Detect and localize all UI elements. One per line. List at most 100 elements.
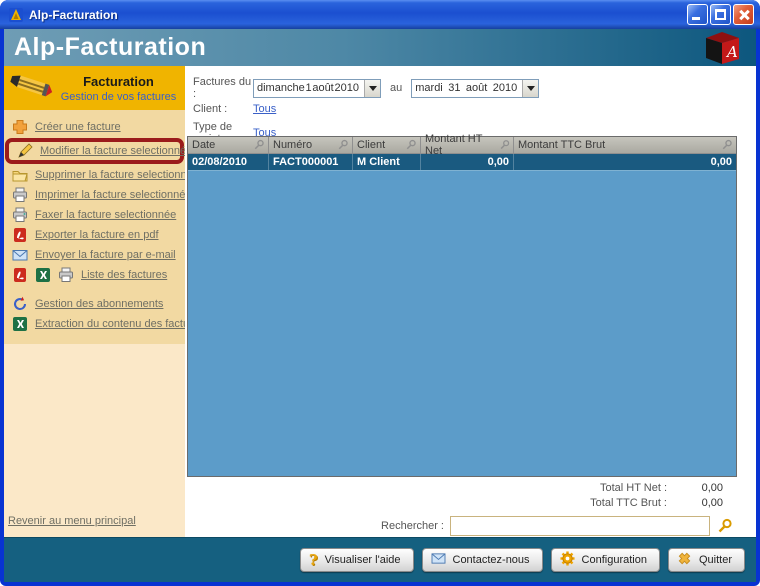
help-button[interactable]: ? Visualiser l'aide (300, 548, 414, 572)
table-empty-area[interactable] (188, 171, 736, 476)
help-button-label: Visualiser l'aide (325, 554, 401, 566)
main-panel: Factures du : dimanche 1 août 2010 au (185, 66, 756, 537)
search-column-icon[interactable] (405, 139, 417, 151)
cell-numero: FACT000001 (269, 154, 353, 170)
between-label: au (390, 82, 402, 94)
chevron-down-icon[interactable] (364, 80, 380, 97)
date-to-year: 2010 (493, 82, 517, 94)
sidebar-header: Facturation Gestion de vos factures (4, 66, 185, 110)
sidebar-item-modifier-facture[interactable]: Modifier la facture selectionnée (9, 142, 180, 160)
search-icon[interactable] (717, 518, 733, 534)
cell-date: 02/08/2010 (188, 154, 269, 170)
sidebar-item-exporter-pdf[interactable]: Exporter la facture en pdf (4, 225, 185, 245)
cell-montant-ttc: 0,00 (514, 154, 736, 170)
title-bar: Alp-Facturation (0, 0, 760, 29)
date-from-day: 1 (305, 82, 311, 94)
sidebar-item-label[interactable]: Modifier la facture selectionnée (40, 145, 192, 157)
gear-icon (560, 551, 575, 569)
column-header-montant-ttc[interactable]: Montant TTC Brut (514, 137, 736, 153)
window-title: Alp-Facturation (29, 8, 687, 22)
date-to-month: août (466, 82, 487, 94)
date-to-select[interactable]: mardi 31 août 2010 (411, 79, 539, 98)
pencil-logo-icon (4, 69, 56, 108)
sidebar-section-title: Facturation (56, 74, 181, 89)
configuration-button[interactable]: Configuration (551, 548, 660, 572)
app-title: Alp-Facturation (4, 33, 206, 62)
pdf-icon (12, 227, 29, 243)
contact-button-label: Contactez-nous (453, 554, 530, 566)
app-window: Alp-Facturation Alp-Facturation A (0, 0, 760, 586)
minimize-icon (692, 17, 700, 20)
sidebar-section-subtitle: Gestion de vos factures (56, 91, 181, 103)
app-icon (8, 7, 24, 23)
mail-icon (12, 247, 29, 263)
search-label: Rechercher : (381, 520, 444, 532)
search-column-icon[interactable] (499, 139, 510, 151)
sidebar-item-label[interactable]: Exporter la facture en pdf (35, 229, 159, 241)
quit-button[interactable]: Quitter (668, 548, 745, 572)
sidebar-item-label[interactable]: Créer une facture (35, 121, 121, 133)
excel-icon (35, 267, 52, 283)
maximize-icon (715, 9, 726, 20)
sidebar-item-imprimer-facture[interactable]: Imprimer la facture selectionnée (4, 185, 185, 205)
column-header-client[interactable]: Client (353, 137, 421, 153)
filters-area: Factures du : dimanche 1 août 2010 au (185, 66, 756, 136)
chevron-down-icon[interactable] (522, 80, 538, 97)
sidebar-item-label[interactable]: Supprimer la facture selectionnée (35, 169, 199, 181)
contact-button[interactable]: Contactez-nous (422, 548, 543, 572)
sidebar-item-label[interactable]: Envoyer la facture par e-mail (35, 249, 176, 261)
quit-icon (677, 551, 692, 569)
table-row-selected[interactable]: 02/08/2010 FACT000001 M Client 0,00 0,00 (188, 154, 736, 171)
back-to-main-menu-link[interactable]: Revenir au menu principal (4, 515, 136, 537)
folder-icon (12, 167, 29, 183)
sidebar-item-supprimer-facture[interactable]: Supprimer la facture selectionnée (4, 165, 185, 185)
search-column-icon[interactable] (721, 139, 733, 151)
totals-area: Total HT Net : 0,00 Total TTC Brut : 0,0… (185, 477, 756, 512)
search-input[interactable] (450, 516, 710, 536)
date-to-weekday: mardi (415, 82, 443, 94)
total-ht-value: 0,00 (667, 482, 723, 494)
fax-icon (12, 207, 29, 223)
sidebar-item-label[interactable]: Extraction du contenu des factures (35, 318, 204, 330)
date-from-select[interactable]: dimanche 1 août 2010 (253, 79, 381, 98)
client-filter-label: Client : (193, 103, 253, 115)
quit-button-label: Quitter (699, 554, 732, 566)
sidebar-item-faxer-facture[interactable]: Faxer la facture selectionnée (4, 205, 185, 225)
sidebar-item-label[interactable]: Gestion des abonnements (35, 298, 163, 310)
client-filter-link[interactable]: Tous (253, 103, 276, 115)
sidebar-item-extraction-contenu[interactable]: Extraction du contenu des factures (4, 314, 185, 334)
excel-icon (12, 316, 29, 332)
sidebar-item-label[interactable]: Imprimer la facture selectionnée (35, 189, 192, 201)
close-button[interactable] (733, 4, 754, 25)
date-from-month: août (312, 82, 333, 94)
maximize-button[interactable] (710, 4, 731, 25)
search-column-icon[interactable] (337, 139, 349, 151)
column-header-date[interactable]: Date (188, 137, 269, 153)
sidebar-item-gestion-abonnements[interactable]: Gestion des abonnements (4, 294, 185, 314)
sidebar-item-creer-facture[interactable]: Créer une facture (4, 117, 185, 137)
minimize-button[interactable] (687, 4, 708, 25)
search-area: Rechercher : (185, 516, 756, 536)
date-to-day: 31 (448, 82, 460, 94)
configuration-button-label: Configuration (582, 554, 647, 566)
sidebar-lower: Revenir au menu principal (4, 344, 185, 537)
sidebar-item-liste-factures[interactable]: Liste des factures (4, 265, 185, 285)
cell-montant-ht: 0,00 (421, 154, 514, 170)
date-filter-label: Factures du : (193, 76, 253, 100)
mail-icon (431, 552, 446, 568)
help-icon: ? (309, 553, 318, 568)
date-from-year: 2010 (335, 82, 359, 94)
sidebar-item-label[interactable]: Faxer la facture selectionnée (35, 209, 176, 221)
column-header-numero[interactable]: Numéro (269, 137, 353, 153)
brand-cube-logo: A (698, 30, 744, 66)
invoices-table: Date Numéro Client Montant HT Net (187, 136, 737, 477)
close-icon (734, 5, 753, 24)
search-column-icon[interactable] (253, 139, 265, 151)
sidebar-menu: Créer une facture Modifier la facture se… (4, 110, 185, 344)
total-ttc-label: Total TTC Brut : (590, 497, 667, 509)
printer-icon (58, 267, 75, 283)
sidebar-item-envoyer-email[interactable]: Envoyer la facture par e-mail (4, 245, 185, 265)
column-header-montant-ht[interactable]: Montant HT Net (421, 137, 514, 153)
printer-icon (12, 187, 29, 203)
sidebar-item-label[interactable]: Liste des factures (81, 269, 167, 281)
